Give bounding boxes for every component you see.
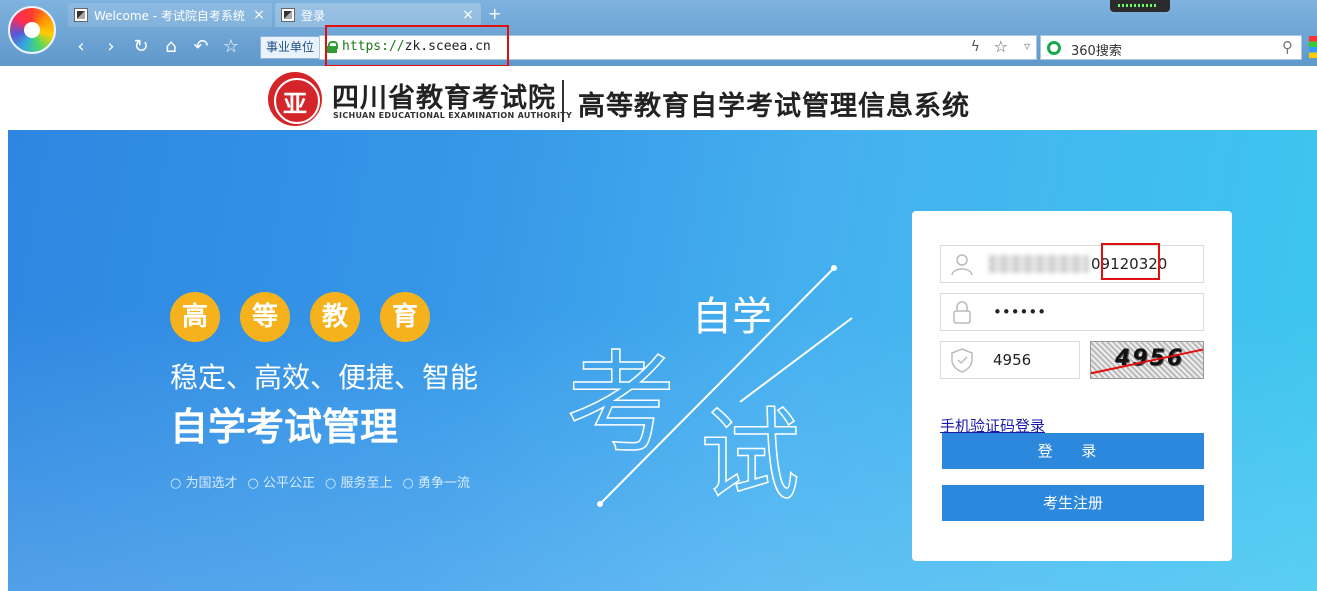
pill-badge: 等 (240, 292, 290, 342)
login-card: 09120320 •••••• 4956 4956 手机验证码登录 登 录 考生… (912, 211, 1232, 561)
calligraphy-art: 自学 考 试 (565, 265, 853, 515)
user-icon (951, 254, 973, 276)
art-text-shi: 试 (700, 397, 800, 514)
nav-buttons: ‹ › ↻ ⌂ ↶ ☆ (66, 33, 246, 61)
login-button[interactable]: 登 录 (942, 433, 1204, 469)
shield-icon (951, 348, 973, 373)
art-text-small: 自学 (692, 294, 772, 340)
chevron-down-icon[interactable]: ▿ (1024, 39, 1030, 53)
password-value: •••••• (993, 303, 1047, 321)
extension-icon[interactable] (1309, 36, 1317, 58)
tab-title: Welcome - 考试院自考系统 (94, 8, 245, 23)
values-list: 为国选才 公平公正 服务至上 勇争一流 (170, 472, 480, 491)
register-button[interactable]: 考生注册 (942, 485, 1204, 521)
captcha-image[interactable]: 4956 (1090, 341, 1204, 379)
refresh-icon[interactable]: ↻ (126, 33, 156, 61)
password-field[interactable]: •••••• (940, 293, 1204, 331)
tab-favicon-icon (281, 8, 295, 22)
search-box[interactable]: 360搜索 ⚲ (1040, 35, 1302, 60)
tab-login[interactable]: 登录 × (275, 3, 481, 27)
captcha-field[interactable]: 4956 (940, 341, 1080, 379)
bookmark-star-icon[interactable]: ☆ (216, 33, 246, 61)
pill-badge: 育 (380, 292, 430, 342)
slogan-line1: 稳定、高效、便捷、智能 (170, 361, 479, 394)
url-highlight-box (325, 25, 509, 67)
captcha-value: 4956 (993, 351, 1032, 369)
value-item: 为国选才 (170, 472, 237, 491)
tab-favicon-icon (74, 8, 88, 22)
tab-close-icon[interactable]: × (252, 7, 266, 23)
value-item: 公平公正 (248, 472, 315, 491)
tab-close-icon[interactable]: × (461, 7, 475, 23)
lock-icon (953, 301, 971, 324)
art-text-kao: 考 (566, 340, 676, 468)
search-engine-icon (1047, 41, 1061, 55)
search-icon[interactable]: ⚲ (1282, 38, 1293, 56)
new-tab-icon[interactable]: + (488, 4, 501, 23)
home-icon[interactable]: ⌂ (156, 33, 186, 61)
browser-chrome: Welcome - 考试院自考系统 × 登录 × + ‹ › ↻ ⌂ ↶ ☆ 事… (0, 0, 1317, 66)
tab-title: 登录 (301, 8, 326, 23)
slogan-line2: 自学考试管理 (170, 405, 399, 449)
org-name-en: SICHUAN EDUCATIONAL EXAMINATION AUTHORIT… (333, 111, 573, 120)
value-item: 勇争一流 (403, 472, 470, 491)
tab-welcome[interactable]: Welcome - 考试院自考系统 × (68, 3, 272, 27)
art-dot (831, 265, 837, 271)
back-icon[interactable]: ‹ (66, 33, 96, 61)
pill-badge: 高 (170, 292, 220, 342)
network-meter (1110, 0, 1170, 12)
pill-row: 高 等 教 育 (170, 292, 450, 342)
institution-badge[interactable]: 事业单位 (260, 36, 321, 59)
forward-icon[interactable]: › (96, 33, 126, 61)
value-item: 服务至上 (325, 472, 392, 491)
pill-badge: 教 (310, 292, 360, 342)
favorite-star-icon[interactable]: ☆ (994, 37, 1008, 56)
captcha-image-text: 4956 (1115, 346, 1185, 371)
speed-mode-icon[interactable]: ϟ (971, 39, 980, 55)
site-header: 四川省教育考试院 SICHUAN EDUCATIONAL EXAMINATION… (0, 66, 1317, 130)
org-name: 四川省教育考试院 (332, 83, 556, 114)
username-highlight-box (1101, 243, 1160, 280)
search-placeholder: 360搜索 (1071, 44, 1122, 59)
org-emblem-icon (268, 72, 322, 126)
system-title: 高等教育自学考试管理信息系统 (578, 91, 970, 122)
undo-icon[interactable]: ↶ (186, 33, 216, 61)
browser-logo-icon[interactable] (8, 6, 56, 54)
header-divider (562, 80, 564, 122)
art-dot (597, 501, 603, 507)
username-field[interactable]: 09120320 (940, 245, 1204, 283)
username-blurred (989, 255, 1089, 273)
